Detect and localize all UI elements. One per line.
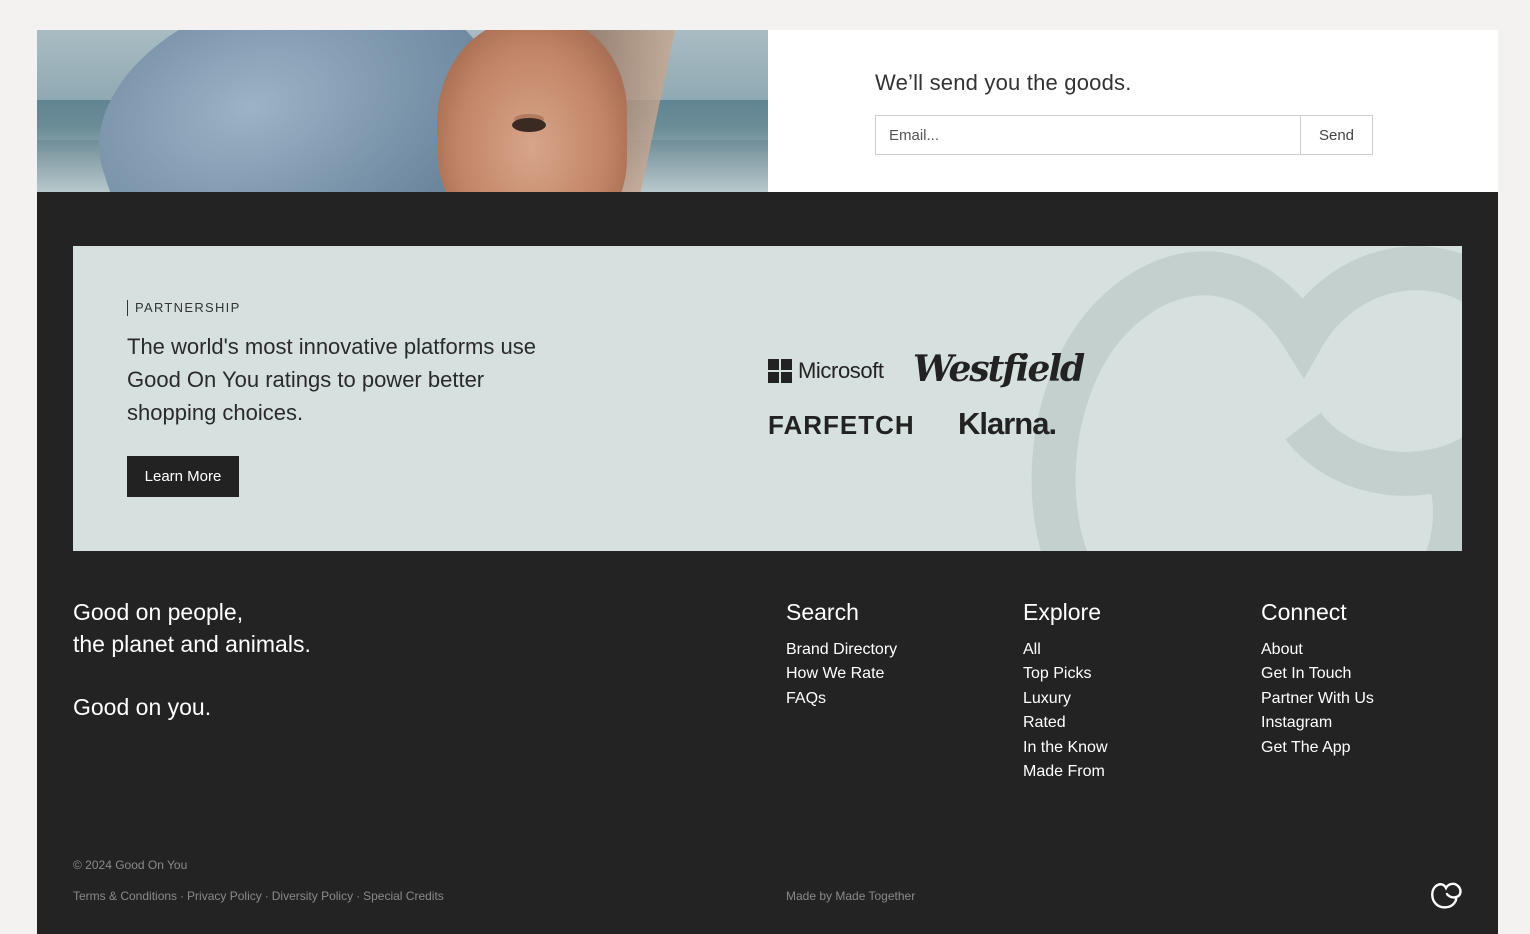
column-heading-search: Search: [786, 599, 859, 625]
tagline-line-2: the planet and animals.: [73, 631, 311, 657]
footer-link-top-picks[interactable]: Top Picks: [1023, 662, 1108, 686]
newsletter-section: We’ll send you the goods. Send: [37, 30, 1498, 192]
footer-link-how-we-rate[interactable]: How We Rate: [786, 662, 897, 686]
newsletter-heading: We’ll send you the goods.: [875, 70, 1132, 95]
send-button[interactable]: Send: [1300, 116, 1372, 154]
legal-separator: ·: [264, 889, 269, 903]
footer-link-get-the-app[interactable]: Get The App: [1261, 736, 1374, 760]
copyright: © 2024 Good On You: [73, 858, 188, 872]
legal-links: Terms & Conditions · Privacy Policy · Divers…: [73, 889, 444, 903]
footer-tagline: Good on people, the planet and animals.: [73, 596, 311, 660]
column-heading-connect: Connect: [1261, 599, 1347, 625]
microsoft-wordmark: Microsoft: [798, 358, 884, 383]
learn-more-button[interactable]: Learn More: [127, 456, 239, 497]
footer-column-search: Search Brand Directory How We Rate FAQs: [786, 596, 897, 711]
heart-logo-watermark: [1031, 246, 1462, 551]
newsletter-form: Send: [875, 115, 1373, 155]
footer-link-partner-with-us[interactable]: Partner With Us: [1261, 687, 1374, 711]
footer-link-all[interactable]: All: [1023, 638, 1108, 662]
site-footer: PARTNERSHIP The world's most innovative …: [37, 192, 1498, 934]
made-by-link[interactable]: Made by Made Together: [786, 889, 915, 903]
tagline-closing: Good on you.: [73, 694, 212, 720]
klarna-logo: Klarna.: [958, 406, 1057, 441]
legal-link-terms[interactable]: Terms & Conditions: [73, 889, 177, 903]
footer-link-instagram[interactable]: Instagram: [1261, 711, 1374, 735]
footer-link-faqs[interactable]: FAQs: [786, 687, 897, 711]
footer-link-made-from[interactable]: Made From: [1023, 760, 1108, 784]
column-heading-explore: Explore: [1023, 599, 1101, 625]
newsletter-signup: We’ll send you the goods. Send: [768, 30, 1498, 192]
footer-column-explore: Explore All Top Picks Luxury Rated In th…: [1023, 596, 1108, 784]
footer-column-connect: Connect About Get In Touch Partner With …: [1261, 596, 1374, 760]
legal-link-diversity[interactable]: Diversity Policy: [272, 889, 353, 903]
footer-link-luxury[interactable]: Luxury: [1023, 687, 1108, 711]
footer-link-brand-directory[interactable]: Brand Directory: [786, 638, 897, 662]
footer-link-about[interactable]: About: [1261, 638, 1374, 662]
microsoft-logo: Microsoft: [768, 358, 884, 384]
email-input[interactable]: [876, 116, 1300, 154]
legal-separator: ·: [356, 889, 361, 903]
footer-link-rated[interactable]: Rated: [1023, 711, 1108, 735]
made-by-credit: Made by Made Together: [786, 889, 915, 903]
partnership-eyebrow: PARTNERSHIP: [127, 300, 241, 316]
partnership-banner: PARTNERSHIP The world's most innovative …: [73, 246, 1462, 551]
farfetch-logo: FARFETCH: [768, 410, 915, 440]
legal-link-special-credits[interactable]: Special Credits: [363, 889, 444, 903]
tagline-line-1: Good on people,: [73, 599, 244, 625]
footer-link-in-the-know[interactable]: In the Know: [1023, 736, 1108, 760]
heart-logo-icon[interactable]: [1430, 880, 1462, 910]
footer-link-get-in-touch[interactable]: Get In Touch: [1261, 662, 1374, 686]
partnership-lead: The world's most innovative platforms us…: [127, 334, 536, 425]
westfield-logo: Westfield: [913, 348, 1085, 390]
legal-separator: ·: [180, 889, 185, 903]
microsoft-grid-icon: [768, 359, 792, 383]
legal-link-privacy[interactable]: Privacy Policy: [187, 889, 262, 903]
hero-image: [37, 30, 768, 192]
